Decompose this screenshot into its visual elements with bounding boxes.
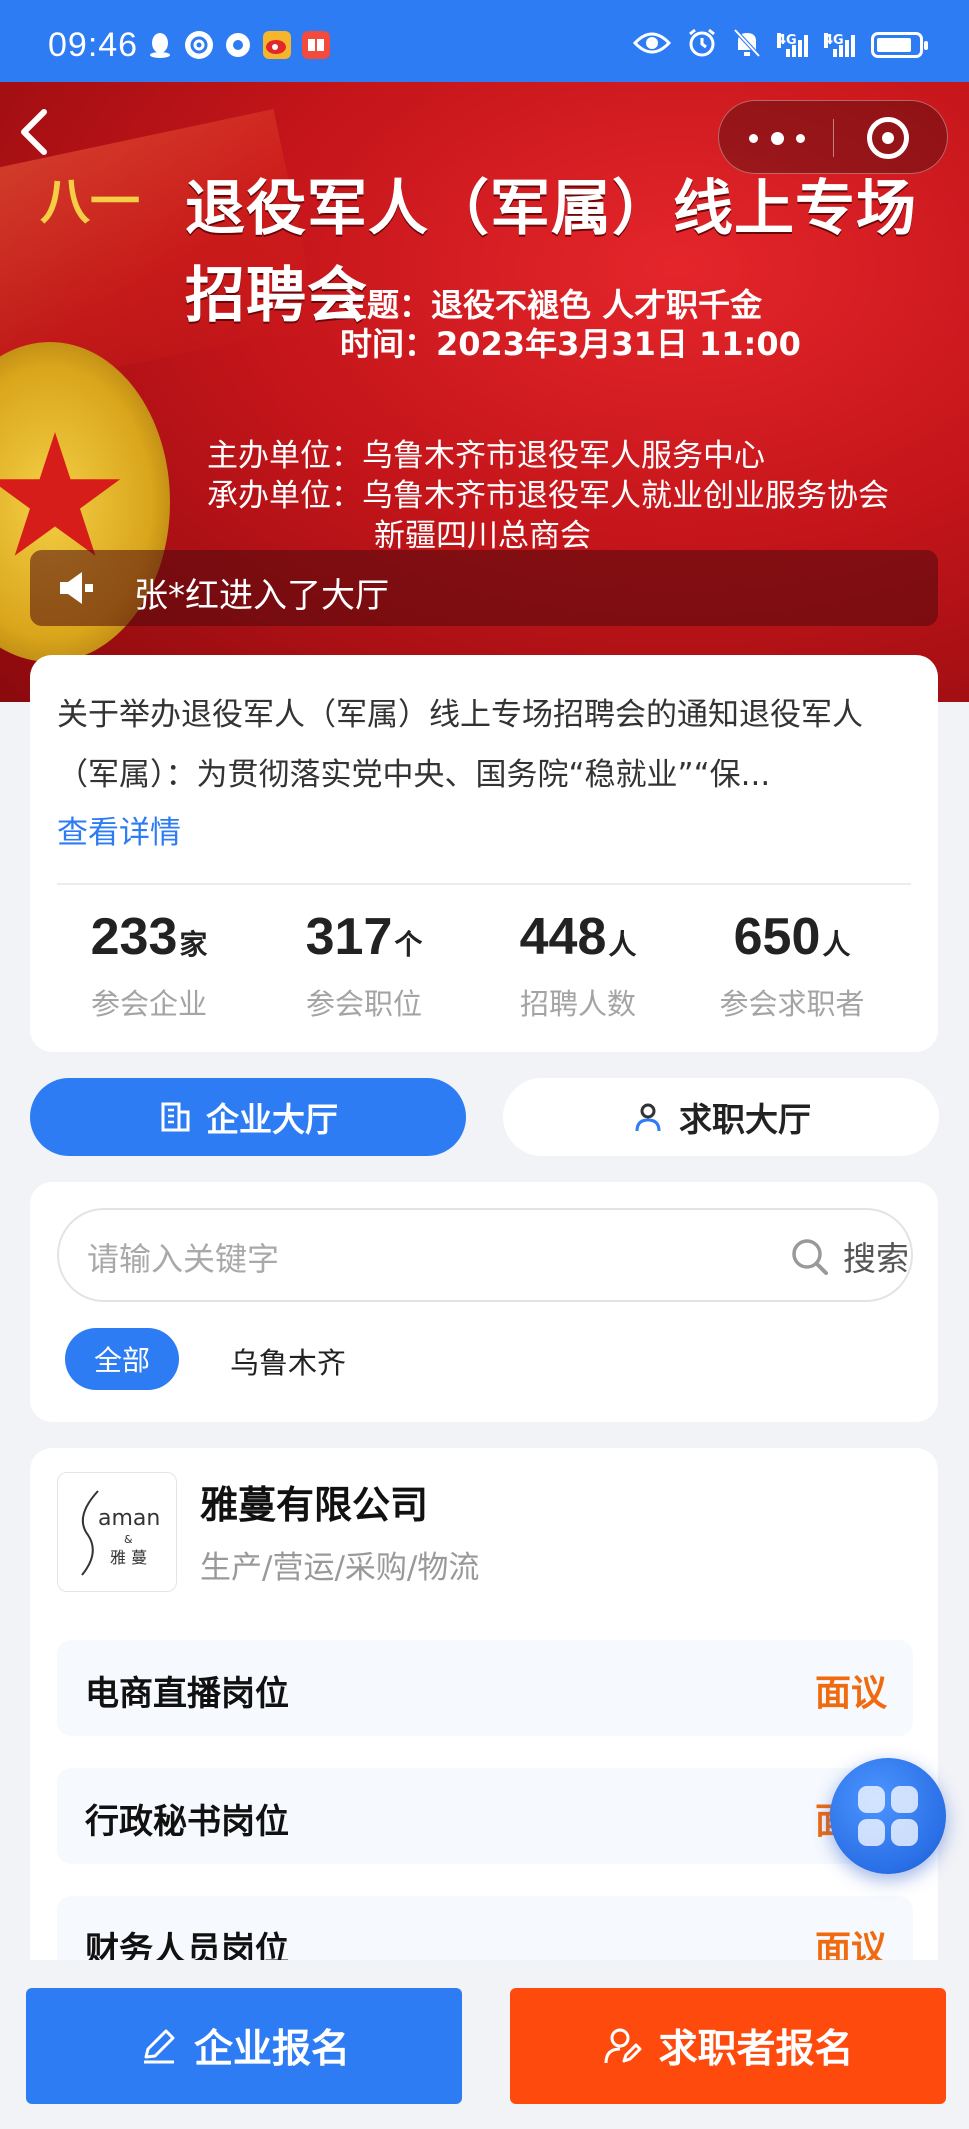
eye-icon [632,31,672,59]
banner-time: 时间：2023年3月31日 11:00 [340,325,801,363]
view-details-link[interactable]: 查看详情 [57,807,181,852]
filter-all-chip[interactable]: 全部 [65,1328,179,1390]
banner-organizer: 主办单位：乌鲁木齐市退役军人服务中心 [207,438,765,474]
status-right: 4G 4G [632,28,928,62]
stat-hires: 448人 招聘人数 [519,908,637,1021]
svg-text:雅 蔓: 雅 蔓 [110,1548,147,1567]
company-logo: aman & 雅 蔓 [57,1472,177,1592]
battery-icon [871,32,928,58]
status-time: 09:46 [48,26,139,64]
close-mini-program-icon[interactable] [867,117,909,159]
mini-program-capsule [718,100,948,174]
filter-city-chip[interactable]: 乌鲁木齐 [230,1340,346,1382]
signal-icon: 4G [824,33,855,57]
divider [57,883,911,885]
search-box[interactable]: 请输入关键字 搜索 [57,1208,913,1302]
capsule-divider [833,119,834,157]
search-input[interactable]: 请输入关键字 [87,1234,279,1280]
job-row[interactable]: 电商直播岗位 面议 [57,1640,913,1736]
intro-card: 关于举办退役军人（军属）线上专场招聘会的通知退役军人（军属）：为贯彻落实党中央、… [30,655,938,1052]
battery-level [877,38,911,52]
company-category: 生产/营运/采购/物流 [200,1550,480,1586]
stat-companies: 233家 参会企业 [90,908,208,1021]
notice-text: 张*红进入了大厅 [134,576,389,616]
company-signup-button[interactable]: 企业报名 [26,1988,462,2104]
banner-co-organizer: 承办单位：乌鲁木齐市退役军人就业创业服务协会 [207,478,889,514]
tab-company-hall[interactable]: 企业大厅 [30,1078,466,1156]
notification-icons [146,31,330,59]
building-icon [161,1102,190,1132]
chrome-icon [224,31,252,59]
intro-text: 关于举办退役军人（军属）线上专场招聘会的通知退役军人（军属）：为贯彻落实党中央、… [57,697,863,793]
user-edit-icon [604,2028,642,2064]
signal-icon: 4G [777,33,808,57]
company-card[interactable]: aman & 雅 蔓 雅蔓有限公司 生产/营运/采购/物流 电商直播岗位 面议 … [30,1448,938,2008]
search-button[interactable]: 搜索 [843,1232,909,1280]
grid-icon [858,1786,918,1846]
person-icon [635,1103,661,1132]
search-icon [792,1239,828,1275]
company-name: 雅蔓有限公司 [200,1483,429,1527]
search-card: 请输入关键字 搜索 全部 乌鲁木齐 [30,1182,938,1422]
app-icon [185,31,213,59]
banner-co-organizer-2: 新疆四川总商会 [374,518,591,554]
stat-jobseekers: 650人 参会求职者 [719,908,865,1021]
back-button[interactable] [14,104,74,164]
alarm-icon [687,28,717,62]
stat-positions: 317个 参会职位 [305,908,423,1021]
weibo-icon [263,31,291,59]
status-bar: 09:46 4G 4G [0,0,969,82]
more-icon[interactable] [749,121,805,155]
jobseeker-signup-button[interactable]: 求职者报名 [510,1988,946,2104]
job-row[interactable]: 行政秘书岗位 面议 [57,1768,913,1864]
entry-notice-bar: 张*红进入了大厅 [30,550,938,626]
tab-jobseeker-hall[interactable]: 求职大厅 [503,1078,939,1156]
mute-icon [733,28,761,62]
qq-icon [146,31,174,59]
svg-text:aman: aman [98,1506,160,1531]
book-icon [302,31,330,59]
floating-menu-button[interactable] [830,1758,946,1874]
bottom-action-bar: 企业报名 求职者报名 [0,1960,969,2129]
svg-text:&: & [124,1533,133,1546]
bayi-text: 八一 [40,173,140,231]
edit-icon [143,2029,175,2064]
speaker-icon [60,572,93,604]
